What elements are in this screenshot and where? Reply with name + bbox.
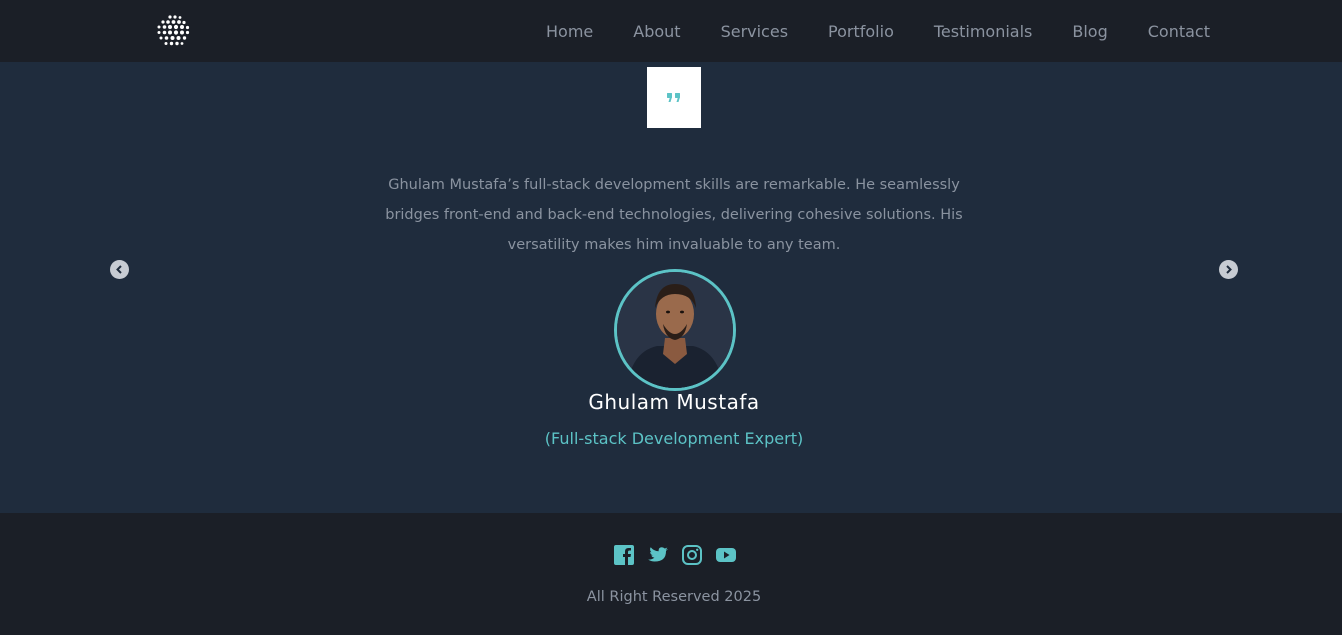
footer: All Right Reserved 2025 <box>0 513 1342 635</box>
nav-link-blog[interactable]: Blog <box>1072 22 1107 41</box>
top-navbar: Home About Services Portfolio Testimonia… <box>0 0 1342 62</box>
nav-link-portfolio[interactable]: Portfolio <box>828 22 894 41</box>
chevron-right-icon <box>1226 265 1232 274</box>
instagram-icon[interactable] <box>681 544 703 566</box>
quote-icon <box>667 92 680 102</box>
nav-link-testimonials[interactable]: Testimonials <box>934 22 1033 41</box>
nav-links: Home About Services Portfolio Testimonia… <box>546 0 1210 62</box>
facebook-icon[interactable] <box>613 544 635 566</box>
nav-link-about[interactable]: About <box>633 22 680 41</box>
nav-link-contact[interactable]: Contact <box>1148 22 1210 41</box>
next-testimonial-button[interactable] <box>1219 260 1238 279</box>
dot-sphere-logo-icon[interactable] <box>155 14 193 48</box>
youtube-icon[interactable] <box>715 544 737 566</box>
twitter-icon[interactable] <box>647 544 669 566</box>
nav-link-services[interactable]: Services <box>721 22 788 41</box>
chevron-left-icon <box>116 265 122 274</box>
social-links <box>613 544 737 566</box>
testimonial-quote: Ghulam Mustafa’s full-stack development … <box>385 177 963 253</box>
copyright-text: All Right Reserved 2025 <box>586 589 762 605</box>
avatar <box>614 269 736 391</box>
quote-badge <box>647 67 701 128</box>
testimonial-author-name: Ghulam Mustafa <box>588 390 760 414</box>
prev-testimonial-button[interactable] <box>110 260 129 279</box>
nav-link-home[interactable]: Home <box>546 22 593 41</box>
testimonial-author-role: (Full-stack Development Expert) <box>544 429 804 448</box>
person-portrait-icon <box>617 272 733 388</box>
testimonial-section: Ghulam Mustafa’s full-stack development … <box>0 62 1342 513</box>
